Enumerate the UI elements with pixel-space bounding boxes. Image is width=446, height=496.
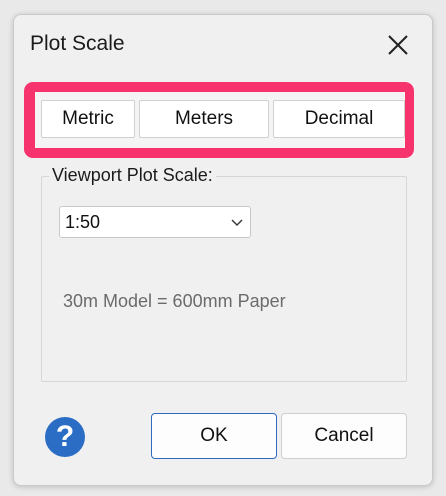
chevron-down-icon	[231, 219, 243, 226]
meters-button[interactable]: Meters	[139, 100, 269, 138]
metric-button[interactable]: Metric	[41, 100, 135, 138]
dialog-title: Plot Scale	[30, 32, 125, 55]
cancel-button[interactable]: Cancel	[281, 413, 407, 459]
decimal-button[interactable]: Decimal	[273, 100, 405, 138]
close-button[interactable]	[384, 31, 412, 59]
units-segment-group: Metric Meters Decimal	[35, 92, 405, 148]
stage: Plot Scale Metric Meters Decimal Viewpor…	[0, 0, 446, 496]
plot-scale-dialog: Plot Scale Metric Meters Decimal Viewpor…	[13, 14, 433, 486]
plot-scale-value: 1:50	[65, 212, 101, 232]
close-icon	[388, 35, 408, 55]
plot-scale-select[interactable]: 1:50	[59, 206, 251, 238]
viewport-plot-scale-label: Viewport Plot Scale:	[49, 165, 216, 186]
help-icon[interactable]: ?	[45, 417, 85, 457]
scale-info-text: 30m Model = 600mm Paper	[63, 291, 286, 311]
ok-button[interactable]: OK	[151, 413, 277, 459]
